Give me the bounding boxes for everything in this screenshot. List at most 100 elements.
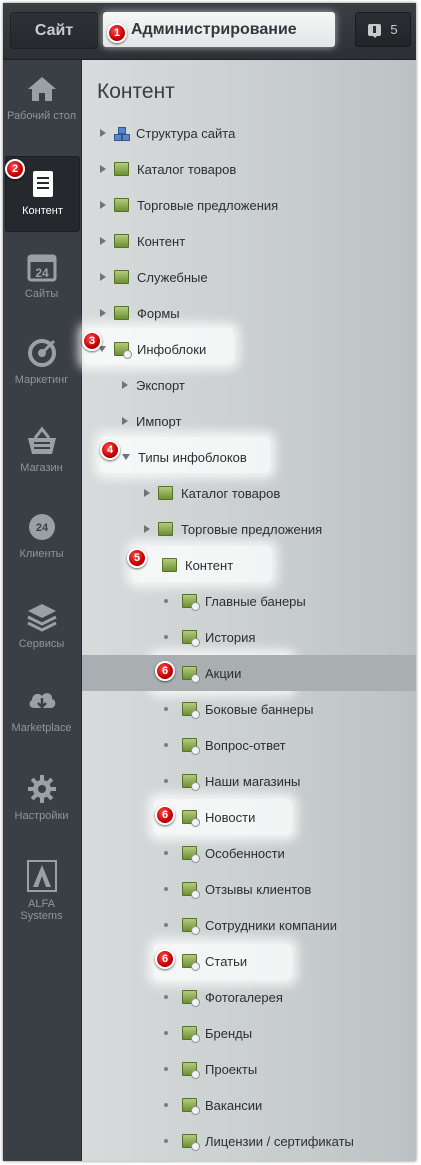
tree-item[interactable]: Каталог товаров (82, 151, 416, 187)
callout-marker: 6 (155, 949, 175, 969)
notifications-button[interactable]: 5 (355, 12, 411, 47)
tree-item[interactable]: Особенности (82, 835, 416, 871)
tree-item[interactable]: Импорт (82, 403, 416, 439)
tree-item[interactable]: Лицензии / сертификаты (82, 1123, 416, 1159)
tree-item[interactable]: Наши магазины (82, 763, 416, 799)
tree-item-articles[interactable]: Статьи (82, 943, 416, 979)
nav-item-desktop[interactable]: Рабочий стол (5, 74, 78, 122)
expand-arrow-icon[interactable] (122, 417, 128, 425)
tree-item[interactable]: История (82, 619, 416, 655)
tree-item[interactable]: Торговые предложения (82, 187, 416, 223)
calendar-number: 24 (35, 266, 49, 280)
expand-arrow-icon[interactable] (100, 129, 106, 137)
nav-item-marketing[interactable]: Маркетинг (5, 338, 78, 386)
infoblock-icon (182, 702, 200, 719)
bullet-icon (164, 1139, 168, 1143)
tree-item-label: Торговые предложения (181, 521, 323, 537)
tree-item-site-structure[interactable]: Структура сайта (82, 115, 416, 151)
expand-arrow-icon[interactable] (100, 201, 106, 209)
infoblock-icon (182, 918, 200, 935)
site-button[interactable]: Сайт (10, 12, 98, 49)
tree-item[interactable]: Служебные (82, 259, 416, 295)
folder-icon (114, 198, 129, 212)
bullet-icon (164, 1103, 168, 1107)
tree-item[interactable]: Главные банеры (82, 583, 416, 619)
tree-item-label: Сотрудники компании (205, 917, 337, 933)
infoblock-icon (114, 342, 132, 359)
tree-item-news[interactable]: Новости (82, 799, 416, 835)
nav-item-alfa-systems[interactable]: ALFA Systems (5, 860, 78, 922)
basket-icon (27, 426, 56, 454)
tree-item-label: Контент (137, 233, 186, 249)
folder-icon (114, 306, 129, 320)
expand-arrow-icon[interactable] (144, 489, 150, 497)
notifications-count: 5 (390, 22, 398, 37)
tree-item[interactable]: Вопрос-ответ (82, 727, 416, 763)
folder-icon (114, 270, 129, 284)
nav-label: Контент (22, 205, 63, 217)
tree-item[interactable]: Фотогалерея (82, 979, 416, 1015)
tree-item-infoblock-types[interactable]: Типы инфоблоков (82, 439, 416, 475)
tree-item-label: Контент (185, 557, 234, 573)
tree-item-label: История (205, 629, 256, 645)
callout-marker: 6 (155, 805, 175, 825)
folder-icon (158, 522, 173, 536)
tree-item-label: Каталог товаров (137, 161, 237, 177)
tree-item[interactable]: Каталог товаров (82, 475, 416, 511)
tree-item[interactable]: Формы (82, 295, 416, 331)
page-title: Контент (97, 80, 175, 103)
infoblock-icon (182, 810, 200, 827)
nav-item-sites[interactable]: 24 Сайты (5, 252, 78, 300)
target-icon (27, 339, 56, 367)
site-structure-icon (114, 126, 130, 141)
nav-item-marketplace[interactable]: Marketplace (5, 686, 78, 734)
tree-item-label: Статьи (205, 953, 248, 969)
tree-item-label: Торговые предложения (137, 197, 279, 213)
bullet-icon (164, 995, 168, 999)
bullet-icon (164, 1067, 168, 1071)
tree-item-infoblocks[interactable]: Инфоблоки (82, 331, 416, 367)
tree-item[interactable]: Торговые предложения (82, 511, 416, 547)
tree-item-promotions[interactable]: Акции (82, 655, 416, 691)
tree-item-label: Фотогалерея (205, 989, 283, 1005)
tree-item[interactable]: Сотрудники компании (82, 907, 416, 943)
tree-item[interactable]: Экспорт (82, 367, 416, 403)
tree-item-label: Особенности (205, 845, 285, 861)
expand-arrow-icon[interactable] (144, 525, 150, 533)
tree-item[interactable]: Боковые баннеры (82, 691, 416, 727)
folder-icon (114, 234, 129, 248)
tree-item[interactable]: Контент (82, 223, 416, 259)
cloud-download-icon (29, 693, 55, 709)
nav-item-clients[interactable]: 24 Клиенты (5, 512, 78, 560)
expand-arrow-icon[interactable] (100, 273, 106, 281)
nav-label: Сервисы (18, 638, 65, 650)
tree-item[interactable]: Проекты (82, 1051, 416, 1087)
bullet-icon (164, 707, 168, 711)
tree-item[interactable]: Вакансии (82, 1087, 416, 1123)
tree-item-label: Типы инфоблоков (138, 449, 247, 465)
collapse-arrow-icon[interactable] (122, 454, 130, 460)
expand-arrow-icon[interactable] (100, 165, 106, 173)
nav-label: Магазин (20, 462, 63, 474)
callout-marker: 5 (127, 548, 147, 568)
bullet-icon (164, 923, 168, 927)
clients-number: 24 (35, 522, 48, 534)
bullet-icon (164, 779, 168, 783)
expand-arrow-icon[interactable] (122, 381, 128, 389)
tree-item-label: Формы (137, 305, 180, 321)
infoblock-icon (182, 666, 200, 683)
nav-item-services[interactable]: Сервисы (5, 602, 78, 650)
tree-item[interactable]: Отзывы клиентов (82, 871, 416, 907)
nav-item-shop[interactable]: Магазин (5, 426, 78, 474)
expand-arrow-icon[interactable] (100, 237, 106, 245)
home-icon (27, 77, 56, 101)
expand-arrow-icon[interactable] (100, 309, 106, 317)
tree-item-label: Импорт (136, 413, 182, 429)
nav-label: Маркетинг (14, 374, 69, 386)
tree-item[interactable]: Бренды (82, 1015, 416, 1051)
administration-button[interactable]: Администрирование (103, 12, 335, 47)
nav-item-settings[interactable]: Настройки (5, 774, 78, 822)
tree-item-label: Вакансии (205, 1097, 263, 1113)
bullet-icon (164, 1031, 168, 1035)
tree-item-label: Новости (205, 809, 256, 825)
